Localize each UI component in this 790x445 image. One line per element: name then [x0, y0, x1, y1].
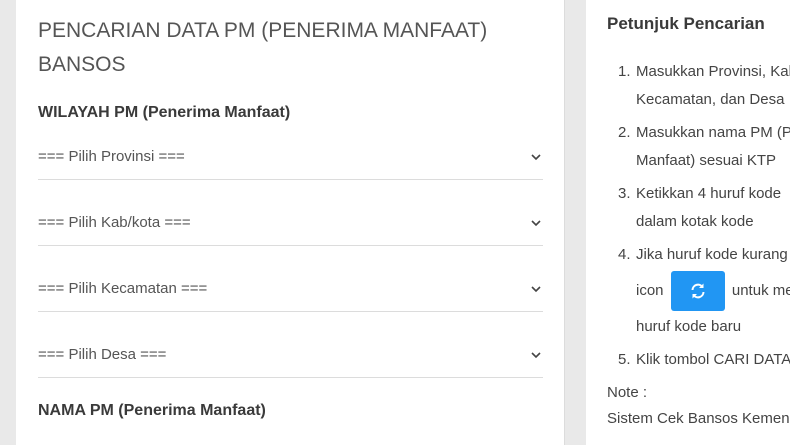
chevron-down-icon	[531, 219, 541, 226]
guide-steps: 1. Masukkan Provinsi, Kab/kota, Kecamata…	[618, 58, 790, 374]
provinsi-select[interactable]: === Pilih Provinsi ===	[38, 134, 543, 180]
list-item: 1. Masukkan Provinsi, Kab/kota, Kecamata…	[618, 63, 790, 108]
desa-select[interactable]: === Pilih Desa ===	[38, 332, 543, 378]
list-item: 3. Ketikkan 4 huruf kode dalam kotak kod…	[618, 185, 782, 230]
guide-title: Petunjuk Pencarian	[607, 14, 765, 33]
guide-card: Petunjuk Pencarian 1. Masukkan Provinsi,…	[586, 0, 790, 445]
note-text: Sistem Cek Bansos Kemensos	[607, 410, 790, 427]
chevron-down-icon	[531, 351, 541, 358]
search-form-card: PENCARIAN DATA PM (PENERIMA MANFAAT) BAN…	[16, 0, 565, 445]
desa-select-value: === Pilih Desa ===	[38, 346, 167, 363]
kecamatan-select-value: === Pilih Kecamatan ===	[38, 280, 208, 297]
note-label: Note :	[607, 384, 648, 401]
wilayah-label: WILAYAH PM (Penerima Manfaat)	[38, 104, 291, 121]
refresh-captcha-button[interactable]	[670, 271, 725, 312]
refresh-icon	[691, 283, 705, 299]
kabkota-select-value: === Pilih Kab/kota ===	[38, 214, 191, 231]
provinsi-select-value: === Pilih Provinsi ===	[38, 148, 185, 165]
nama-label: NAMA PM (Penerima Manfaat)	[38, 402, 266, 419]
list-item: 2. Masukkan nama PM (Penerima Manfaat) s…	[618, 124, 790, 169]
chevron-down-icon	[531, 285, 541, 292]
chevron-down-icon	[531, 153, 541, 160]
kabkota-select[interactable]: === Pilih Kab/kota ===	[38, 200, 543, 246]
list-item: 5. Klik tombol CARI DATA	[618, 351, 790, 369]
kecamatan-select[interactable]: === Pilih Kecamatan ===	[38, 266, 543, 312]
list-item: 4. Jika huruf kode kurang jelas, icon un…	[618, 246, 790, 336]
form-title: PENCARIAN DATA PM (PENERIMA MANFAAT) BAN…	[38, 19, 488, 76]
